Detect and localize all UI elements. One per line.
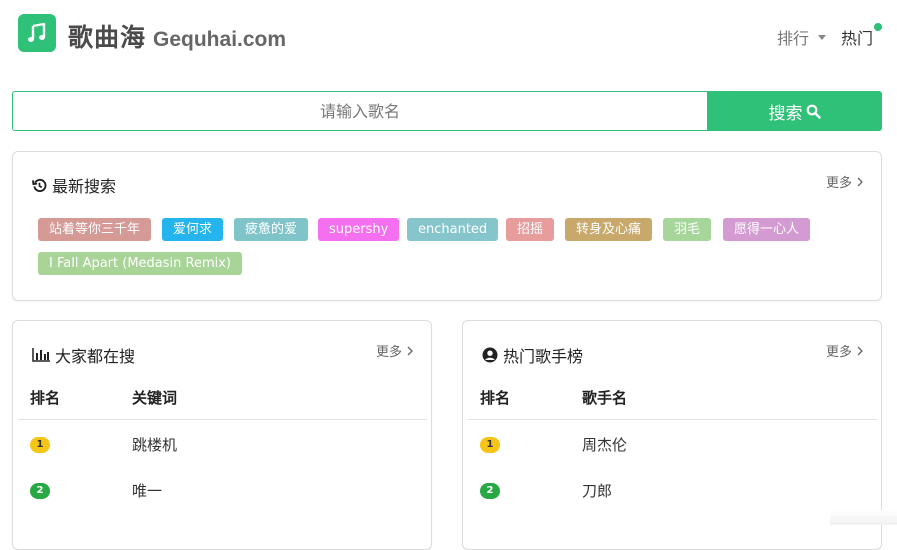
singer-link[interactable]: 周杰伦 [582,434,627,455]
search-icon [806,104,821,119]
history-icon [32,178,47,193]
chevron-right-icon [407,346,413,356]
caret-down-icon [818,34,827,40]
rank-badge: 1 [30,437,50,453]
search-tag[interactable]: 站着等你三千年 [38,218,152,241]
chevron-right-icon [857,346,863,356]
user-circle-icon [482,347,498,363]
search-tag[interactable]: 爱何求 [162,218,224,241]
column-header-rank: 排名 [480,389,511,407]
hot-singers-title-text: 热门歌手榜 [503,347,584,366]
latest-search-title-text: 最新搜索 [52,177,117,196]
page-edge-shadow [830,510,897,525]
brand-name-cn: 歌曲海 [68,23,147,52]
nav-rank-label: 排行 [777,29,810,48]
search-button-label: 搜索 [768,103,803,124]
search-tag[interactable]: 羽毛 [663,218,712,241]
brand[interactable]: 歌曲海 Gequhai.com [68,18,286,54]
search-tag[interactable]: supershy [318,218,400,241]
column-header-singer: 歌手名 [582,389,628,407]
nav-rank-dropdown[interactable]: 排行 [777,25,827,49]
more-label: 更多 [376,345,403,360]
bar-chart-icon [32,348,50,362]
column-header-rank: 排名 [30,389,61,407]
notification-dot [874,23,882,31]
singer-link[interactable]: 刀郎 [582,480,612,501]
hot-singers-card: 热门歌手榜 更多 排名 歌手名 1 周杰伦 2 刀郎 [462,320,882,550]
search-tag[interactable]: 转身及心痛 [565,218,653,241]
latest-search-card: 最新搜索 更多 站着等你三千年 爱何求 疲惫的爱 supershy enchanted 招… [12,151,882,301]
search-button[interactable]: 搜索 [707,91,882,131]
nav-hot-link[interactable]: 热门 [841,25,873,49]
singers-more-link[interactable]: 更多 [826,341,863,360]
popular-search-title: 大家都在搜 [32,343,135,367]
logo-music-icon[interactable] [18,14,56,52]
popular-search-title-text: 大家都在搜 [55,347,136,366]
chevron-right-icon [857,177,863,187]
rank-badge: 2 [480,483,500,499]
search-input[interactable] [12,91,707,131]
divider [468,419,877,420]
search-tag[interactable]: I Fall Apart (Medasin Remix) [38,252,243,275]
rank-badge: 2 [30,483,50,499]
more-label: 更多 [826,176,853,191]
search-tag[interactable]: 招摇 [506,218,555,241]
search-tag[interactable]: 愿得一心人 [723,218,811,241]
column-header-keyword: 关键词 [132,389,178,407]
latest-more-link[interactable]: 更多 [826,172,863,191]
more-label: 更多 [826,345,853,360]
keyword-link[interactable]: 唯一 [132,480,162,501]
rank-badge: 1 [480,437,500,453]
popular-search-card: 大家都在搜 更多 排名 关键词 1 跳楼机 2 唯一 [12,320,432,550]
keyword-link[interactable]: 跳楼机 [132,434,177,455]
latest-search-title: 最新搜索 [32,173,116,197]
popular-more-link[interactable]: 更多 [376,341,413,360]
hot-singers-title: 热门歌手榜 [482,343,583,367]
search-tag[interactable]: enchanted [407,218,499,241]
brand-name-en: Gequhai.com [153,28,287,51]
divider [18,419,427,420]
search-tag[interactable]: 疲惫的爱 [234,218,309,241]
